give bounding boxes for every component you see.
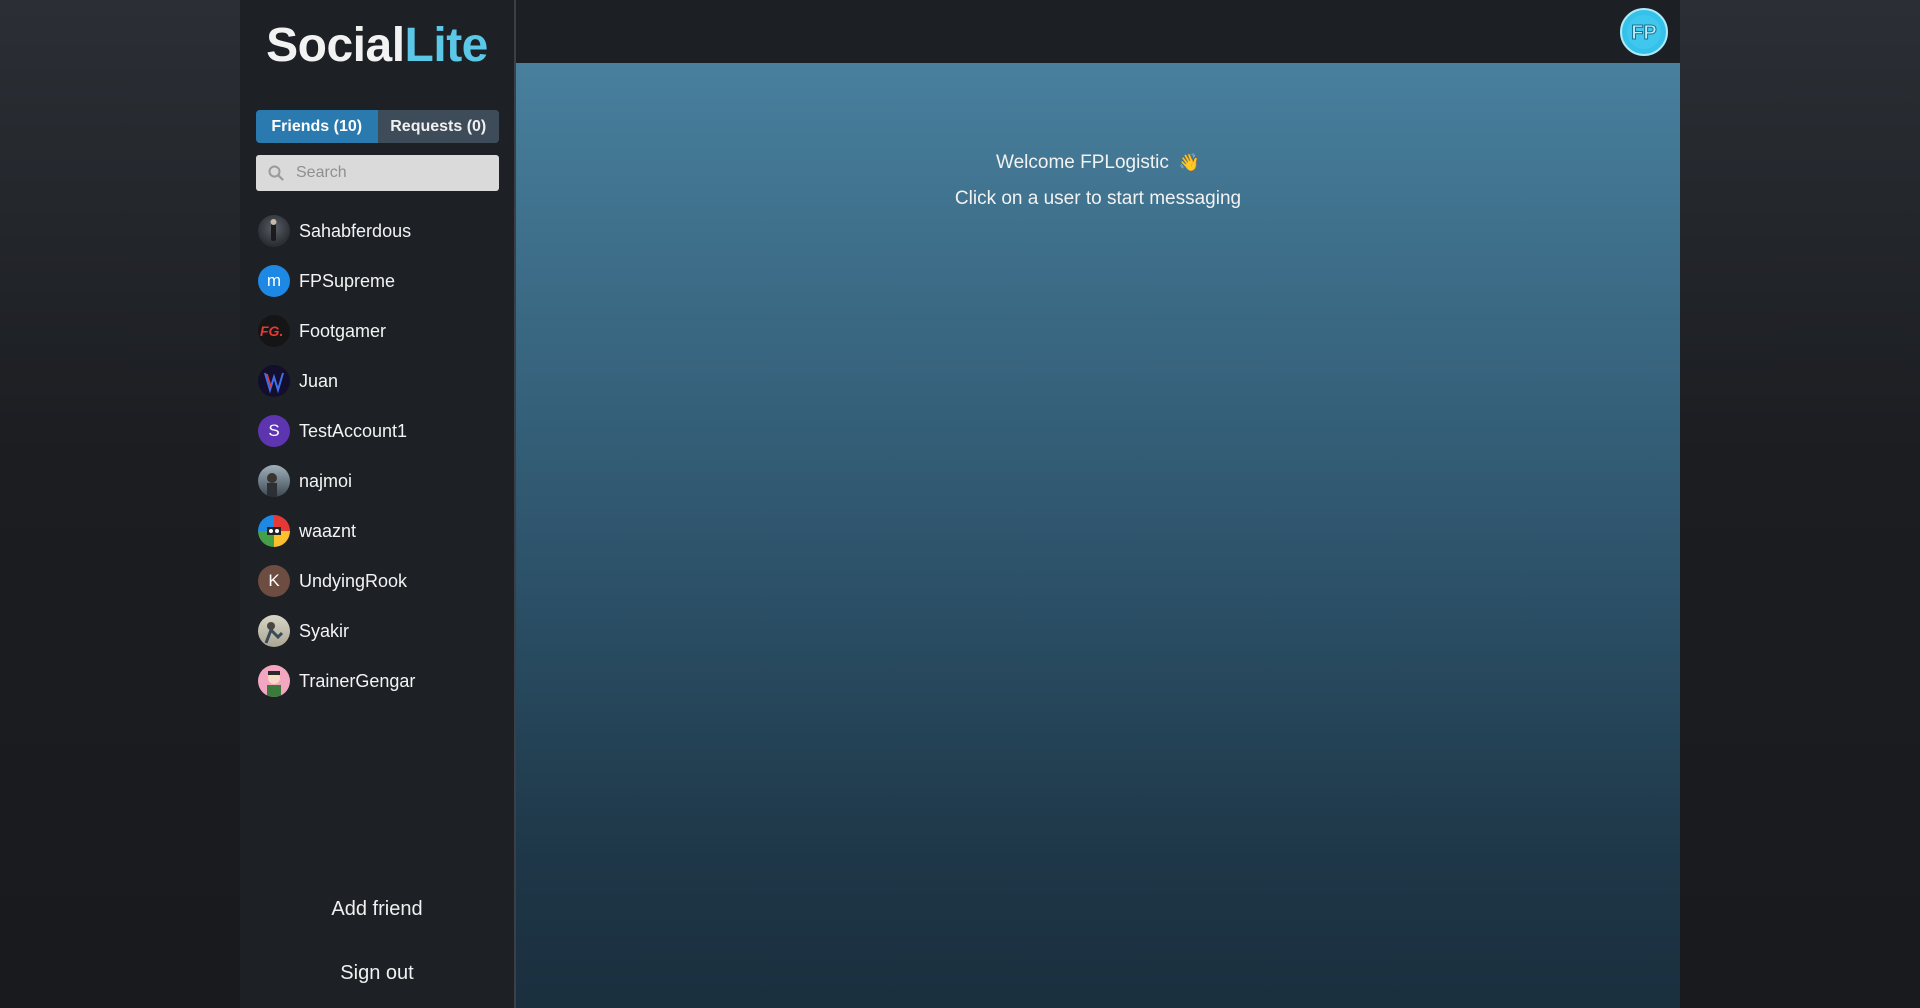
friend-name: Sahabferdous (299, 220, 412, 241)
instruction-line: Click on a user to start messaging (954, 188, 1242, 209)
brand-logo: SocialLite (240, 18, 514, 73)
chat-area: Welcome FPLogistic 👋 Click on a user to s… (516, 63, 1680, 1008)
avatar (258, 365, 290, 397)
friend-name: Juan (299, 370, 339, 391)
friends-list: Sahabferdous m FPSupreme FG. Footgamer J… (258, 206, 498, 706)
friend-name: FPSupreme (299, 270, 396, 291)
sidebar: SocialLite Friends (10) Requests (0) Sah… (240, 0, 516, 1008)
friend-name: waaznt (299, 520, 357, 541)
tab-requests[interactable]: Requests (0) (377, 110, 499, 143)
friend-item-najmoi[interactable]: najmoi (258, 456, 498, 506)
avatar-initial: S (268, 421, 280, 440)
welcome-line: Welcome FPLogistic 👋 (516, 145, 1680, 181)
avatar: S (258, 415, 290, 447)
brand-part-1: Social (266, 19, 405, 72)
avatar (258, 665, 290, 697)
avatar (258, 615, 290, 647)
welcome-text: Welcome FPLogistic (996, 152, 1169, 173)
friend-item-undyingrook[interactable]: K UndyingRook (258, 556, 498, 606)
avatar-initial: m (266, 271, 282, 290)
friend-name: TestAccount1 (299, 420, 408, 441)
sign-out-button[interactable]: Sign out (240, 962, 514, 985)
friend-item-waaznt[interactable]: waaznt (258, 506, 498, 556)
search-input[interactable] (296, 164, 486, 182)
friend-item-sahabferdous[interactable]: Sahabferdous (258, 206, 498, 256)
profile-initials: FP (1631, 22, 1657, 44)
tab-friends[interactable]: Friends (10) (256, 110, 378, 143)
avatar (258, 515, 290, 547)
welcome-message: Welcome FPLogistic 👋 Click on a user to s… (516, 145, 1680, 217)
avatar (258, 465, 290, 497)
friend-name: najmoi (299, 470, 353, 491)
profile-logo-icon: FP (1627, 15, 1661, 49)
search-box (256, 155, 499, 191)
friend-item-juan[interactable]: Juan (258, 356, 498, 406)
friend-name: UndyingRook (299, 570, 408, 591)
friend-name: TrainerGengar (299, 670, 416, 691)
avatar: K (258, 565, 290, 597)
top-bar: FP (516, 0, 1680, 63)
friends-tabs: Friends (10) Requests (0) (256, 110, 499, 143)
profile-avatar[interactable]: FP (1620, 8, 1668, 56)
avatar: FG. (258, 315, 290, 347)
svg-text:FG.: FG. (260, 323, 283, 339)
add-friend-button[interactable]: Add friend (240, 898, 514, 921)
search-icon (268, 165, 284, 181)
friend-item-syakir[interactable]: Syakir (258, 606, 498, 656)
friend-item-footgamer[interactable]: FG. Footgamer (258, 306, 498, 356)
waving-hand-icon: 👋 (1178, 153, 1200, 172)
friend-name: Footgamer (299, 320, 387, 341)
main-panel: FP Welcome FPLogistic 👋 Click on a user t… (516, 0, 1680, 1008)
app-window: SocialLite Friends (10) Requests (0) Sah… (240, 0, 1680, 1008)
friend-name: Syakir (299, 620, 350, 641)
avatar (258, 215, 290, 247)
friend-item-testaccount1[interactable]: S TestAccount1 (258, 406, 498, 456)
avatar-initial: K (268, 571, 280, 590)
brand-part-2: Lite (404, 19, 489, 72)
friend-item-fpsupreme[interactable]: m FPSupreme (258, 256, 498, 306)
avatar: m (258, 265, 290, 297)
friend-item-trainergengar[interactable]: TrainerGengar (258, 656, 498, 706)
